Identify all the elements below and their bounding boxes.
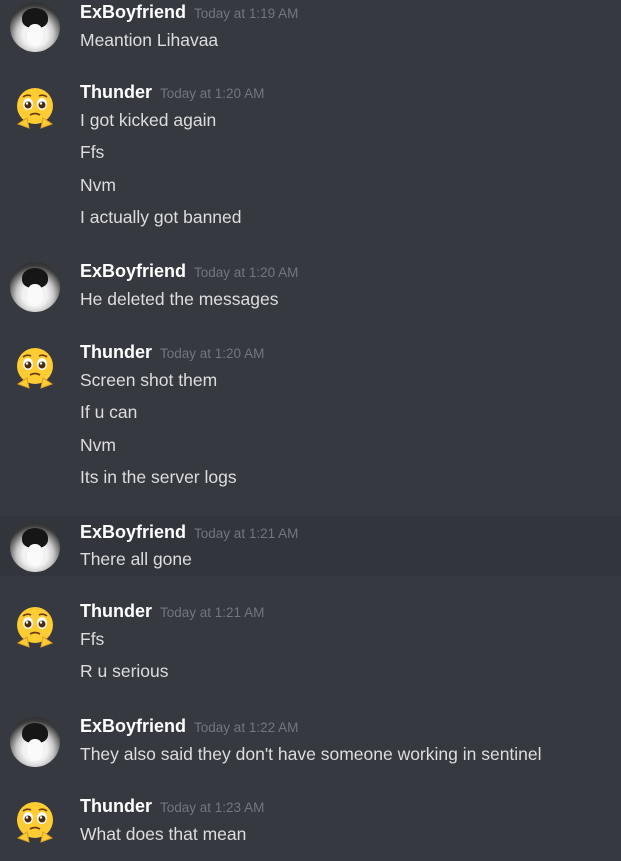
message-header: Thunder Today at 1:20 AM [80,342,264,363]
username[interactable]: Thunder [80,342,152,362]
message-group: Thunder Today at 1:21 AM Ffs R u serious [0,599,621,693]
avatar[interactable] [10,522,60,572]
username[interactable]: ExBoyfriend [80,716,186,736]
message-text: There all gone [80,549,192,569]
message-header: ExBoyfriend Today at 1:21 AM [80,522,298,543]
message-text: Nvm [80,435,116,455]
pleading-face-icon [16,348,54,389]
message-text: Nvm [80,175,116,195]
message-text: Ffs [80,629,105,649]
message-group: ExBoyfriend Today at 1:21 AM There all go… [0,516,621,576]
chat-message-list[interactable]: ExBoyfriend Today at 1:19 AM Meantion Lih… [0,0,621,861]
timestamp: Today at 1:21 AM [160,605,265,620]
timestamp: Today at 1:22 AM [194,720,299,735]
timestamp: Today at 1:20 AM [160,346,265,361]
message-text: He deleted the messages [80,289,279,309]
message-text: I got kicked again [80,110,217,130]
timestamp: Today at 1:23 AM [160,800,265,815]
message-group: ExBoyfriend Today at 1:20 AM He deleted t… [0,259,621,323]
username[interactable]: Thunder [80,601,152,621]
avatar[interactable] [10,344,60,394]
message-group: Thunder Today at 1:20 AM Screen shot them… [0,340,621,500]
message-text: Ffs [80,142,105,162]
message-group: ExBoyfriend Today at 1:22 AM They also sa… [0,714,621,778]
message-text: I actually got banned [80,207,242,227]
timestamp: Today at 1:21 AM [194,526,299,541]
avatar[interactable] [10,84,60,134]
message-group: Thunder Today at 1:20 AM I got kicked aga… [0,80,621,240]
pleading-face-icon [16,607,54,648]
message-text: Meantion Lihavaa [80,30,219,50]
message-group: ExBoyfriend Today at 1:19 AM Meantion Lih… [0,0,621,62]
timestamp: Today at 1:20 AM [194,265,299,280]
message-text: R u serious [80,661,169,681]
message-text: They also said they don't have someone w… [80,744,542,764]
username[interactable]: Thunder [80,796,152,816]
message-group: Thunder Today at 1:23 AM What does that m… [0,794,621,861]
pleading-face-icon [16,802,54,843]
message-header: Thunder Today at 1:23 AM [80,796,264,817]
username[interactable]: Thunder [80,82,152,102]
username[interactable]: ExBoyfriend [80,2,186,22]
message-text: Its in the server logs [80,467,237,487]
avatar[interactable] [10,717,60,767]
avatar[interactable] [10,798,60,848]
avatar[interactable] [10,2,60,52]
message-header: ExBoyfriend Today at 1:22 AM [80,716,298,737]
message-text: If u can [80,402,138,422]
pleading-face-icon [16,88,54,129]
message-header: ExBoyfriend Today at 1:20 AM [80,261,298,282]
username[interactable]: ExBoyfriend [80,261,186,281]
timestamp: Today at 1:19 AM [194,6,299,21]
avatar[interactable] [10,603,60,653]
avatar[interactable] [10,262,60,312]
timestamp: Today at 1:20 AM [160,86,265,101]
message-header: ExBoyfriend Today at 1:19 AM [80,2,298,23]
message-text: What does that mean [80,824,247,844]
message-header: Thunder Today at 1:20 AM [80,82,264,103]
message-header: Thunder Today at 1:21 AM [80,601,264,622]
message-text: Screen shot them [80,370,218,390]
username[interactable]: ExBoyfriend [80,522,186,542]
